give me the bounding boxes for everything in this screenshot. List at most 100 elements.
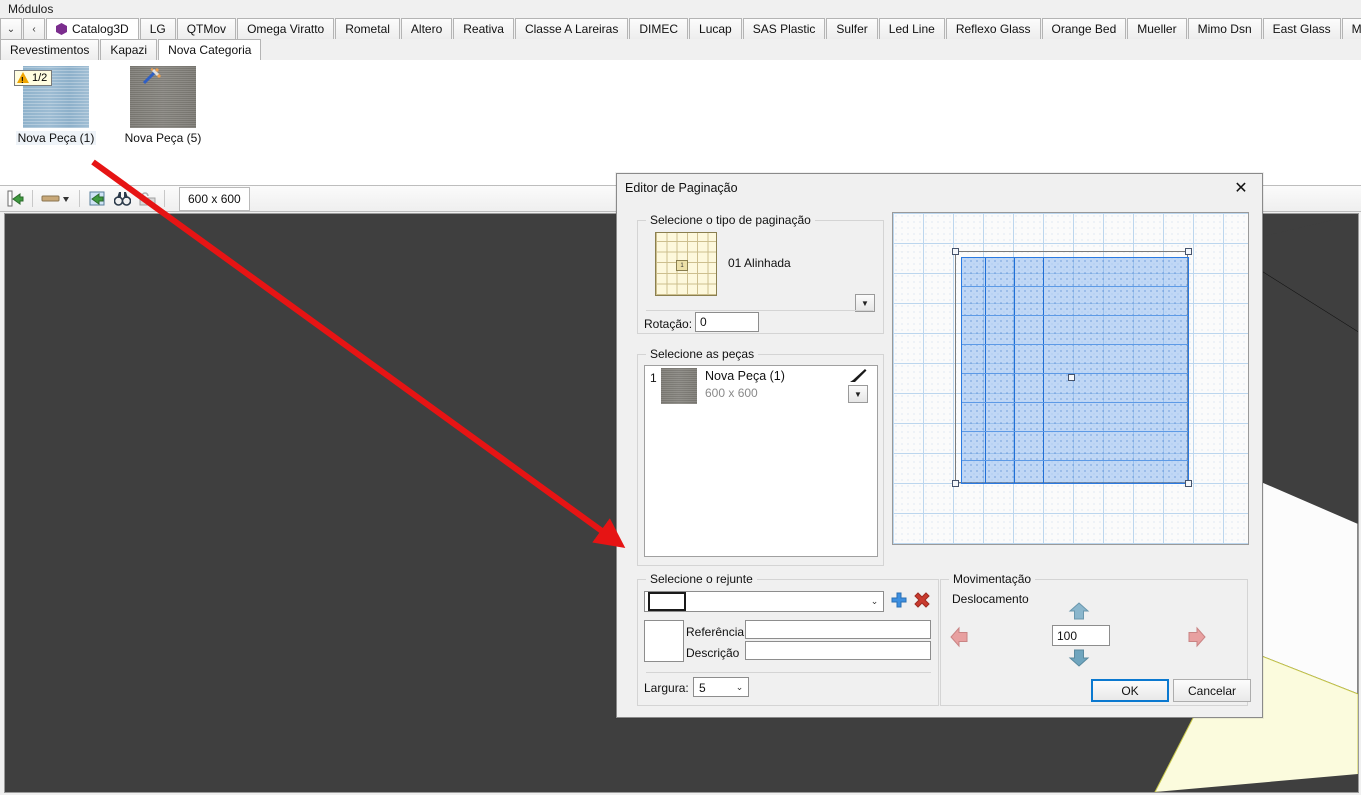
catalog-tab-classe-a-lareiras[interactable]: Classe A Lareiras — [514, 18, 629, 39]
resize-handle-br[interactable] — [1185, 480, 1192, 487]
tab-label: Classe A Lareiras — [524, 22, 619, 36]
catalog-tab-east-glass[interactable]: East Glass — [1262, 18, 1341, 39]
module-thumb-1[interactable]: Nova Peça (5) — [113, 66, 213, 145]
category-tab-kapazi[interactable]: Kapazi — [100, 39, 158, 60]
toolbar-separator — [32, 190, 33, 207]
catalog-tab-lucap[interactable]: Lucap — [689, 18, 742, 39]
description-input[interactable] — [745, 641, 931, 660]
catalog-tab-omega-viratto[interactable]: Omega Viratto — [237, 18, 335, 39]
tab-label: Led Line — [888, 22, 935, 36]
resize-handle-tr[interactable] — [1185, 248, 1192, 255]
catalog-tab-mimo-dsn[interactable]: Mimo Dsn — [1187, 18, 1262, 39]
grout-combo[interactable]: ⌄ — [644, 591, 884, 612]
catalog-tab-sulfer[interactable]: Sulfer — [826, 18, 878, 39]
arrow-down-icon[interactable] — [1068, 649, 1090, 667]
tab-label: Mimo Dsn — [1197, 22, 1252, 36]
tile-fill-region[interactable] — [961, 257, 1189, 484]
displacement-label: Deslocamento — [952, 592, 1029, 606]
export-icon[interactable] — [86, 188, 108, 210]
catalog-tab-reativa[interactable]: Reativa — [453, 18, 514, 39]
piece-thumbnail — [661, 368, 697, 404]
warning-badge-text: 1/2 — [32, 71, 48, 84]
arrow-up-icon[interactable] — [1068, 602, 1090, 620]
pieces-group: Selecione as peças 1 Nova Peça (1) 600 x… — [637, 347, 884, 566]
tab-label: Met — [1351, 22, 1361, 36]
toolbar-separator — [79, 190, 80, 207]
width-label: Largura: — [644, 681, 689, 695]
chevron-down-icon[interactable]: ⌄ — [866, 592, 883, 611]
catalog-tab-sas-plastic[interactable]: SAS Plastic — [742, 18, 826, 39]
module-thumb-label: Nova Peça (1) — [15, 131, 97, 145]
pagination-type-thumbnail[interactable]: 1 — [655, 232, 717, 296]
pagination-preview-canvas[interactable] — [892, 212, 1249, 545]
remove-grout-icon[interactable] — [913, 592, 931, 610]
catalog-tab-led-line[interactable]: Led Line — [878, 18, 945, 39]
rotation-label: Rotação: — [644, 317, 693, 331]
chevron-down-icon: ▼ — [861, 298, 869, 308]
chevron-down-icon[interactable]: ⌄ — [0, 18, 22, 39]
rotation-input[interactable]: 0 — [695, 312, 759, 332]
tab-label: Revestimentos — [10, 43, 90, 57]
tab-label: QTMov — [186, 22, 227, 36]
category-tab-nova-categoria[interactable]: Nova Categoria — [158, 39, 262, 60]
chevron-down-icon[interactable]: ⌄ — [731, 678, 748, 696]
lock-icon[interactable] — [136, 188, 158, 210]
pagination-editor-dialog[interactable]: Editor de Paginação ✕ Selecione o tipo d… — [616, 173, 1263, 718]
list-item[interactable]: 1 Nova Peça (1) 600 x 600 ▼ — [645, 366, 877, 406]
move-handle-center[interactable] — [1068, 374, 1075, 381]
warning-badge: 1/2 — [14, 70, 53, 88]
catalog-tab-qtmov[interactable]: QTMov — [176, 18, 237, 39]
cancel-button[interactable]: Cancelar — [1173, 679, 1251, 702]
width-combo[interactable]: 5 ⌄ — [693, 677, 749, 697]
grout-preview-swatch — [644, 620, 684, 662]
catalog-tab-orange-bed[interactable]: Orange Bed — [1041, 18, 1127, 39]
catalog-tab-met[interactable]: Met — [1341, 18, 1361, 39]
tab-label: Mueller — [1137, 22, 1177, 36]
chevron-down-icon: ▼ — [854, 389, 862, 399]
add-grout-icon[interactable] — [890, 592, 908, 610]
module-thumb-label: Nova Peça (5) — [124, 131, 202, 145]
dialog-body: Selecione o tipo de paginação 1 01 Alinh… — [617, 202, 1262, 717]
width-value: 5 — [699, 681, 706, 695]
piece-index: 1 — [650, 371, 657, 385]
category-tabstrip[interactable]: Revestimentos Kapazi Nova Categoria — [0, 39, 1361, 61]
catalog-tab-mueller[interactable]: Mueller — [1127, 18, 1187, 39]
module-thumbnail-area[interactable]: Nova Peça (1) 1/2 Nova Peça (5) — [0, 60, 1361, 186]
arrow-right-icon[interactable] — [1188, 626, 1206, 648]
catalog-tab-lg[interactable]: LG — [139, 18, 176, 39]
piece-menu-button[interactable]: ▼ — [848, 385, 868, 403]
tab-label: LG — [149, 22, 166, 36]
resize-handle-tl[interactable] — [952, 248, 959, 255]
pieces-listbox[interactable]: 1 Nova Peça (1) 600 x 600 ▼ — [644, 365, 878, 557]
catalog-tab-altero[interactable]: Altero — [400, 18, 453, 39]
catalog-tab-catalog3d[interactable]: Catalog3D — [46, 18, 139, 39]
pencil-icon[interactable] — [848, 368, 868, 384]
tab-label: Omega Viratto — [247, 22, 325, 36]
close-icon[interactable]: ✕ — [1224, 175, 1258, 201]
import-icon[interactable] — [4, 188, 26, 210]
module-thumb-0[interactable]: Nova Peça (1) 1/2 — [6, 66, 106, 145]
resize-handle-bl[interactable] — [952, 480, 959, 487]
tab-label: Lucap — [699, 22, 732, 36]
module-thumb-image — [130, 66, 196, 128]
category-tab-revestimentos[interactable]: Revestimentos — [0, 39, 100, 60]
catalog-tabstrip[interactable]: ⌄ ‹ Catalog3D LG QTMov Omega Viratto Rometal Al… — [0, 18, 1361, 40]
catalog-tab-reflexo-glass[interactable]: Reflexo Glass — [945, 18, 1041, 39]
catalog-tab-dimec[interactable]: DIMEC — [629, 18, 689, 39]
tab-label: Reflexo Glass — [955, 22, 1031, 36]
reference-input[interactable] — [745, 620, 931, 639]
tab-label: Kapazi — [110, 43, 148, 57]
color-bar-dropdown[interactable] — [39, 188, 73, 210]
binoculars-icon[interactable] — [111, 188, 133, 210]
divider — [646, 672, 931, 673]
tab-label: Nova Categoria — [168, 43, 252, 57]
grout-group: Selecione o rejunte ⌄ Referência Descriç… — [637, 572, 939, 706]
ok-button[interactable]: OK — [1091, 679, 1169, 702]
chevron-left-icon[interactable]: ‹ — [23, 18, 45, 39]
displacement-input[interactable]: 100 — [1052, 625, 1110, 646]
arrow-left-icon[interactable] — [950, 626, 968, 648]
tab-label: Sulfer — [836, 22, 868, 36]
reference-label: Referência — [686, 625, 745, 639]
hex-icon — [56, 23, 67, 35]
catalog-tab-rometal[interactable]: Rometal — [335, 18, 400, 39]
